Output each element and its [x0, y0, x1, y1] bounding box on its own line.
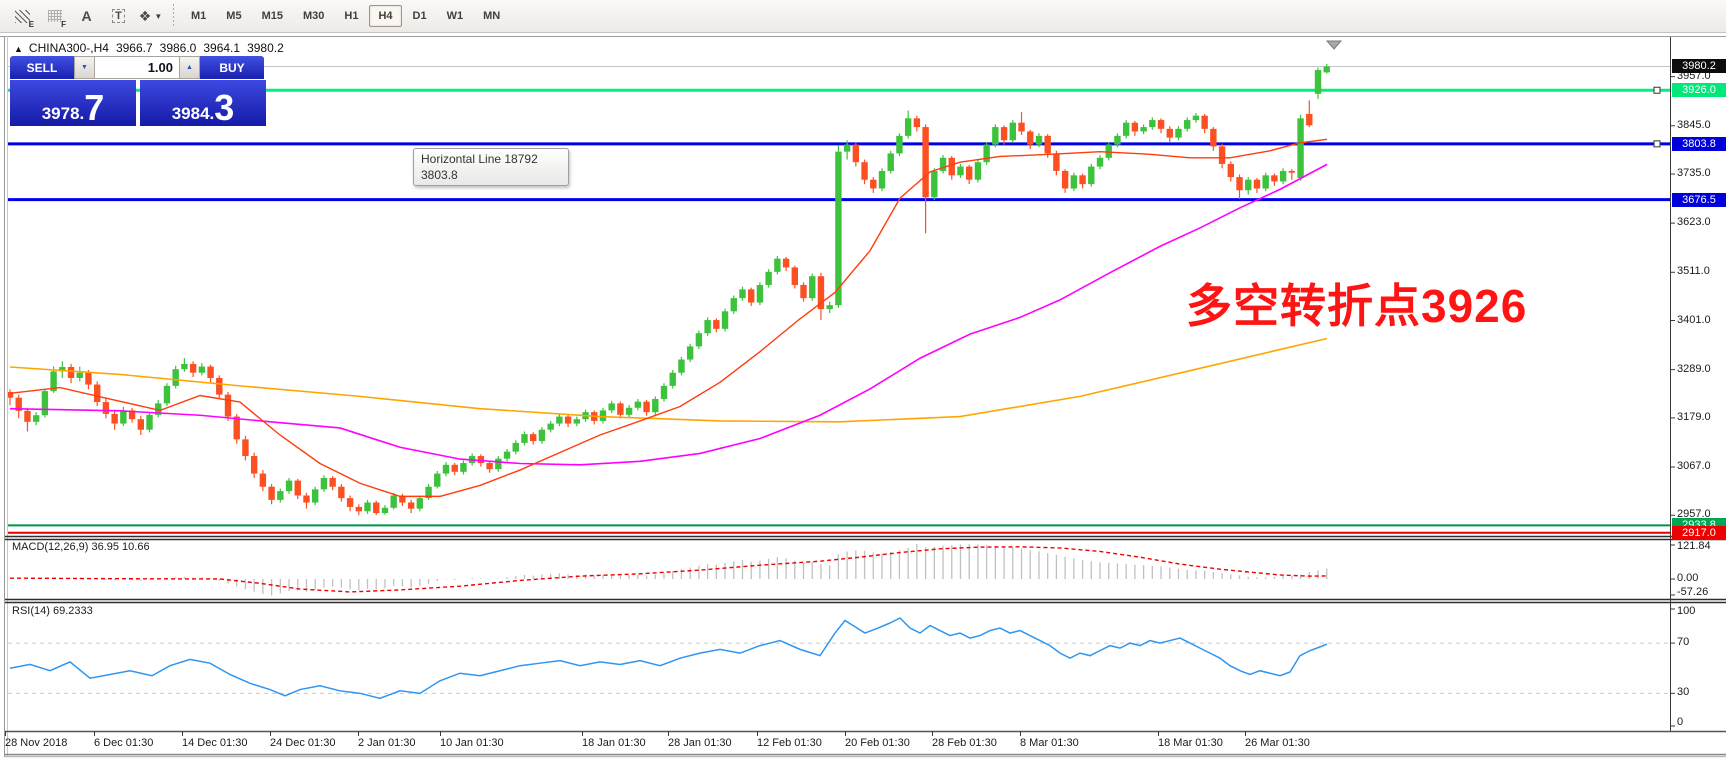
chart-text-annotation: 多空转折点3926: [1186, 270, 1527, 336]
sell-button[interactable]: SELL: [10, 56, 74, 79]
bid-price-main: 3978: [42, 104, 80, 124]
rsi-tick-label: 70: [1677, 636, 1689, 648]
price-tick-label: 3511.0: [1677, 265, 1710, 277]
one-click-trading-panel: SELL ▼ ▲ BUY 3978.7 3984.3: [10, 56, 266, 126]
line-handle[interactable]: [1654, 87, 1660, 93]
chart-title: ▲ CHINA300-,H4 3966.7 3986.0 3964.1 3980.2: [14, 41, 291, 55]
date-axis-label: 14 Dec 01:30: [182, 737, 247, 749]
date-axis-label: 18 Mar 01:30: [1158, 737, 1223, 749]
tooltip-line1: Horizontal Line 18792: [421, 151, 561, 167]
bid-price-big-digit: 7: [84, 91, 104, 124]
macd-pane-label: MACD(12,26,9) 36.95 10.66: [12, 541, 150, 553]
price-tick-label: 3401.0: [1677, 314, 1711, 326]
ask-price-main: 3984: [172, 104, 210, 124]
toolbar-icon-group: EFAT❖▼: [8, 3, 168, 30]
horizontal-line-tooltip: Horizontal Line 18792 3803.8: [413, 148, 569, 186]
price-badge: 2917.0: [1672, 526, 1726, 540]
text-label-icon[interactable]: A: [72, 3, 101, 30]
date-axis-label: 24 Dec 01:30: [270, 737, 335, 749]
price-tick-label: 3067.0: [1677, 460, 1711, 472]
rsi-tick-label: 0: [1677, 716, 1683, 728]
text-box-icon[interactable]: T: [104, 3, 133, 30]
timeframe-w1[interactable]: W1: [438, 5, 473, 27]
toolbar-separator: [173, 4, 174, 28]
timeframe-m5[interactable]: M5: [217, 5, 250, 27]
date-axis-label: 20 Feb 01:30: [845, 737, 910, 749]
date-axis-label: 10 Jan 01:30: [440, 737, 504, 749]
buy-button[interactable]: BUY: [200, 56, 264, 79]
tooltip-line2: 3803.8: [421, 167, 561, 183]
ohlc-open: 3966.7: [116, 41, 153, 55]
buy-price-button[interactable]: 3984.3: [140, 80, 266, 126]
toolbar: EFAT❖▼ M1M5M15M30H1H4D1W1MN: [0, 0, 1726, 33]
collapse-triangle-icon[interactable]: ▲: [14, 44, 23, 54]
timeframe-m15[interactable]: M15: [253, 5, 292, 27]
volume-decrease-button[interactable]: ▼: [74, 56, 95, 79]
price-tick-label: 3623.0: [1677, 216, 1711, 228]
mt4-window: EFAT❖▼ M1M5M15M30H1H4D1W1MN ▲ CHINA300-,H…: [0, 0, 1726, 759]
price-tick-label: 3735.0: [1677, 167, 1711, 179]
timeframe-button-group: M1M5M15M30H1H4D1W1MN: [182, 5, 511, 27]
price-tick-label: 3179.0: [1677, 411, 1711, 423]
line-handle[interactable]: [1654, 141, 1660, 147]
sell-price-button[interactable]: 3978.7: [10, 80, 136, 126]
date-axis-label: 6 Dec 01:30: [94, 737, 153, 749]
ohlc-high: 3986.0: [160, 41, 197, 55]
volume-input[interactable]: [95, 56, 179, 79]
timeframe-h4[interactable]: H4: [369, 5, 401, 27]
date-axis-label: 18 Jan 01:30: [582, 737, 646, 749]
date-axis-label: 28 Nov 2018: [5, 737, 67, 749]
volume-increase-button[interactable]: ▲: [179, 56, 200, 79]
macd-tick-label: -57.26: [1677, 586, 1708, 598]
symbol-period: CHINA300-,H4: [29, 41, 109, 55]
rsi-tick-label: 100: [1677, 605, 1695, 617]
macd-tick-label: 0.00: [1677, 572, 1698, 584]
price-badge: 3980.2: [1672, 59, 1726, 73]
ask-price-big-digit: 3: [214, 91, 234, 124]
rsi-tick-label: 30: [1677, 686, 1689, 698]
date-axis-label: 28 Feb 01:30: [932, 737, 997, 749]
date-axis-label: 12 Feb 01:30: [757, 737, 822, 749]
ohlc-close: 3980.2: [247, 41, 284, 55]
price-badge: 3803.8: [1672, 137, 1726, 151]
arrange-objects-icon[interactable]: ❖▼: [136, 3, 165, 30]
date-axis-label: 26 Mar 01:30: [1245, 737, 1310, 749]
rsi-pane-label: RSI(14) 69.2333: [12, 605, 93, 617]
timeframe-d1[interactable]: D1: [404, 5, 436, 27]
price-tick-label: 3845.0: [1677, 119, 1711, 131]
timeframe-m1[interactable]: M1: [182, 5, 215, 27]
timeframe-mn[interactable]: MN: [474, 5, 509, 27]
macd-tick-label: 121.84: [1677, 540, 1711, 552]
ohlc-low: 3964.1: [203, 41, 240, 55]
timeframe-m30[interactable]: M30: [294, 5, 333, 27]
price-tick-label: 3289.0: [1677, 363, 1711, 375]
grid-dots-icon[interactable]: F: [40, 3, 69, 30]
price-badge: 3676.5: [1672, 193, 1726, 207]
price-badge: 3926.0: [1672, 83, 1726, 97]
date-axis-label: 28 Jan 01:30: [668, 737, 732, 749]
experts-hatch-icon[interactable]: E: [8, 3, 37, 30]
date-axis-label: 2 Jan 01:30: [358, 737, 416, 749]
timeframe-h1[interactable]: H1: [335, 5, 367, 27]
date-axis-label: 8 Mar 01:30: [1020, 737, 1079, 749]
